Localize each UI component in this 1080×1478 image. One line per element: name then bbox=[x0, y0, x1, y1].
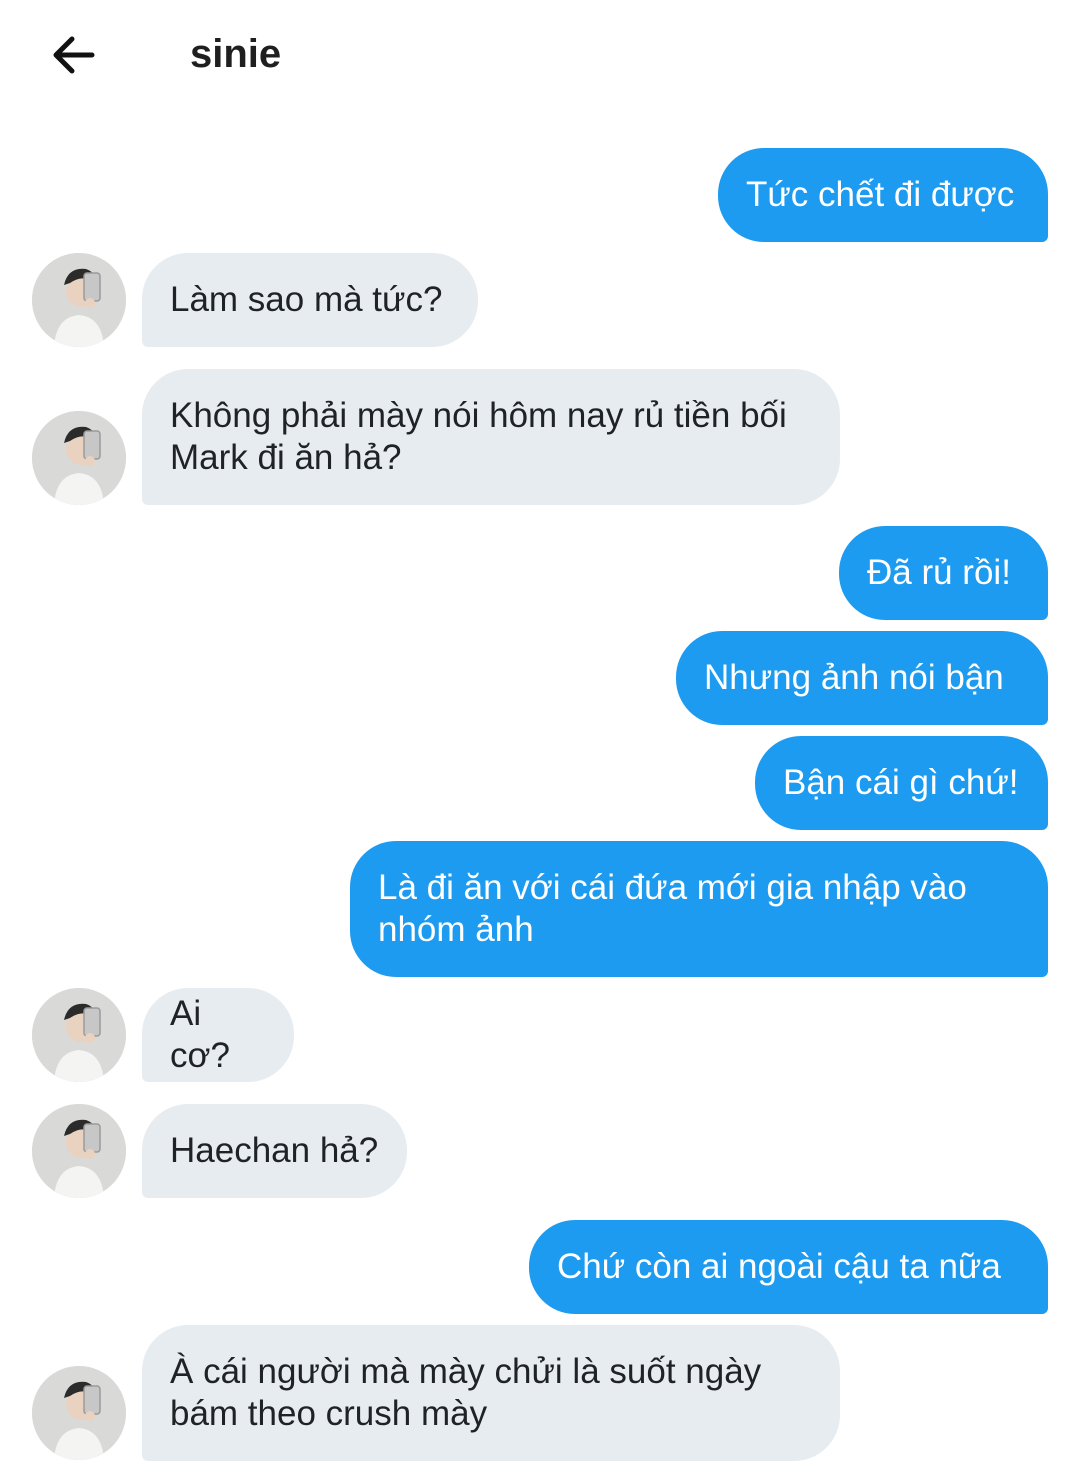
outgoing-message[interactable]: Nhưng ảnh nói bận bbox=[676, 631, 1048, 725]
avatar-photo bbox=[32, 1104, 126, 1198]
incoming-message[interactable]: Ai cơ? bbox=[142, 988, 294, 1082]
outgoing-message[interactable]: Là đi ăn với cái đứa mới gia nhập vào nh… bbox=[350, 841, 1048, 977]
avatar[interactable] bbox=[32, 1366, 126, 1460]
incoming-message[interactable]: Không phải mày nói hôm nay rủ tiền bối M… bbox=[142, 369, 840, 505]
avatar[interactable] bbox=[32, 988, 126, 1082]
chat-header: sinie bbox=[0, 0, 1080, 110]
avatar-photo bbox=[32, 1366, 126, 1460]
incoming-message[interactable]: Làm sao mà tức? bbox=[142, 253, 478, 347]
avatar-photo bbox=[32, 253, 126, 347]
outgoing-message[interactable]: Chứ còn ai ngoài cậu ta nữa bbox=[529, 1220, 1048, 1314]
avatar[interactable] bbox=[32, 411, 126, 505]
contact-name: sinie bbox=[190, 32, 282, 76]
arrow-left-icon bbox=[53, 36, 95, 74]
avatar[interactable] bbox=[32, 1104, 126, 1198]
avatar-photo bbox=[32, 988, 126, 1082]
incoming-message[interactable]: À cái người mà mày chửi là suốt ngày bám… bbox=[142, 1325, 840, 1461]
outgoing-message[interactable]: Bận cái gì chứ! bbox=[755, 736, 1048, 830]
back-button[interactable] bbox=[48, 28, 102, 82]
incoming-message[interactable]: Haechan hả? bbox=[142, 1104, 407, 1198]
outgoing-message[interactable]: Đã rủ rồi! bbox=[839, 526, 1048, 620]
outgoing-message[interactable]: Tức chết đi được bbox=[718, 148, 1048, 242]
avatar[interactable] bbox=[32, 253, 126, 347]
avatar-photo bbox=[32, 411, 126, 505]
chat-screen: sinie Tức chết đi được Làm sao mà tức? K… bbox=[0, 0, 1080, 1478]
